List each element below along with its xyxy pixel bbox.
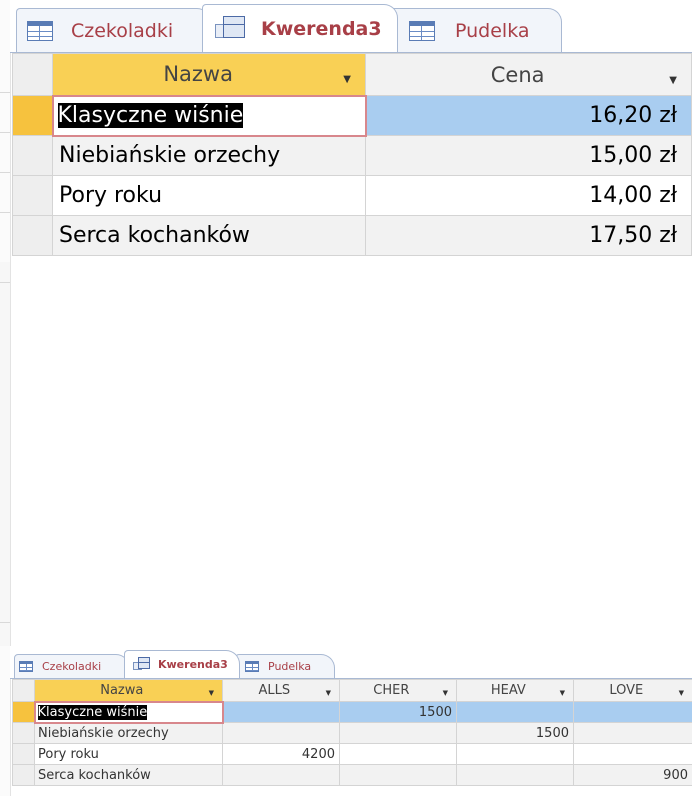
tab-czekoladki[interactable]: Czekoladki: [16, 8, 211, 52]
column-header-nazwa[interactable]: Nazwa ▼: [52, 53, 366, 96]
table-row[interactable]: Pory roku 14,00 zł: [12, 175, 692, 216]
row-selector[interactable]: [12, 95, 53, 136]
column-header-cena[interactable]: Cena ▼: [365, 53, 692, 96]
cell-nazwa[interactable]: Klasyczne wiśnie: [51, 94, 367, 137]
tab-label: Czekoladki: [42, 660, 102, 673]
table-row[interactable]: Klasyczne wiśnie 16,20 zł: [12, 94, 692, 137]
row-selector[interactable]: [12, 701, 35, 723]
row-selector[interactable]: [12, 175, 53, 216]
tab-label: Kwerenda3: [158, 658, 228, 671]
cell-cher[interactable]: [339, 722, 457, 744]
cell-nazwa[interactable]: Pory roku: [34, 743, 223, 765]
column-header-nazwa[interactable]: Nazwa ▼: [34, 679, 223, 702]
cell-love[interactable]: [573, 722, 692, 744]
cell-cena[interactable]: 16,20 zł: [365, 95, 692, 136]
dropdown-arrow-icon[interactable]: ▼: [669, 75, 677, 86]
cell-cher[interactable]: [339, 743, 457, 765]
table-row[interactable]: Niebiańskie orzechy 1500: [12, 722, 692, 744]
table-icon: [19, 661, 33, 672]
column-header-love[interactable]: LOVE ▼: [573, 679, 692, 702]
cell-nazwa[interactable]: Pory roku: [52, 175, 366, 216]
row-selector[interactable]: [12, 722, 35, 744]
tab-pudelka[interactable]: Pudelka: [235, 654, 335, 678]
query-icon: [133, 657, 150, 672]
row-selector[interactable]: [12, 743, 35, 765]
cell-love[interactable]: [573, 743, 692, 765]
left-gutter-middle: [0, 262, 11, 646]
dropdown-arrow-icon[interactable]: ▼: [560, 689, 565, 697]
cell-love[interactable]: 900: [573, 764, 692, 786]
table-row[interactable]: Serca kochanków 900: [12, 764, 692, 786]
dropdown-arrow-icon[interactable]: ▼: [209, 689, 214, 697]
select-all-corner[interactable]: [12, 679, 35, 702]
cell-cher[interactable]: [339, 764, 457, 786]
tab-pudelka[interactable]: Pudelka: [390, 8, 562, 52]
tab-label: Kwerenda3: [261, 17, 382, 40]
row-selector[interactable]: [12, 135, 53, 176]
cell-heav[interactable]: 1500: [456, 722, 574, 744]
table-row[interactable]: Niebiańskie orzechy 15,00 zł: [12, 135, 692, 176]
cell-heav[interactable]: [456, 701, 574, 723]
tab-kwerenda3[interactable]: Kwerenda3: [124, 650, 240, 678]
tab-label: Pudelka: [455, 19, 530, 42]
cell-cher[interactable]: 1500: [339, 701, 457, 723]
column-header-cher[interactable]: CHER ▼: [339, 679, 457, 702]
select-all-corner[interactable]: [12, 53, 53, 96]
tab-label: Pudelka: [268, 660, 312, 673]
bottom-tab-bar: Czekoladki Kwerenda3 Pudelka: [10, 646, 692, 679]
top-datasheet: Nazwa ▼ Cena ▼ Klasyczne wiśnie 16,20 zł…: [12, 53, 692, 256]
cell-love[interactable]: [573, 701, 692, 723]
table-icon: [409, 20, 435, 41]
cell-nazwa[interactable]: Serca kochanków: [34, 764, 223, 786]
cell-nazwa[interactable]: Niebiańskie orzechy: [52, 135, 366, 176]
bottom-datasheet: Nazwa ▼ ALLS ▼ CHER ▼ HEAV ▼ LOVE ▼ Klas…: [12, 679, 692, 786]
top-tab-bar: Czekoladki Kwerenda3 Pudelka: [10, 0, 692, 53]
dropdown-arrow-icon[interactable]: ▼: [679, 689, 684, 697]
query-icon: [215, 15, 245, 42]
cell-alls[interactable]: 4200: [222, 743, 340, 765]
cell-alls[interactable]: [222, 764, 340, 786]
tab-kwerenda3[interactable]: Kwerenda3: [202, 4, 398, 52]
cell-heav[interactable]: [456, 764, 574, 786]
row-selector[interactable]: [12, 764, 35, 786]
column-header-heav[interactable]: HEAV ▼: [456, 679, 574, 702]
cell-cena[interactable]: 14,00 zł: [365, 175, 692, 216]
table-row[interactable]: Pory roku 4200: [12, 743, 692, 765]
table-icon: [245, 661, 259, 672]
dropdown-arrow-icon[interactable]: ▼: [343, 74, 351, 85]
cell-alls[interactable]: [222, 701, 340, 723]
cell-nazwa[interactable]: Klasyczne wiśnie: [33, 700, 224, 724]
dropdown-arrow-icon[interactable]: ▼: [326, 689, 331, 697]
table-icon: [27, 20, 53, 41]
tab-label: Czekoladki: [71, 19, 174, 42]
table-row[interactable]: Klasyczne wiśnie 1500: [12, 700, 692, 724]
dropdown-arrow-icon[interactable]: ▼: [443, 689, 448, 697]
cell-cena[interactable]: 17,50 zł: [365, 215, 692, 256]
table-row[interactable]: Serca kochanków 17,50 zł: [12, 215, 692, 256]
cell-alls[interactable]: [222, 722, 340, 744]
cell-heav[interactable]: [456, 743, 574, 765]
tab-czekoladki[interactable]: Czekoladki: [14, 654, 130, 678]
column-header-alls[interactable]: ALLS ▼: [222, 679, 340, 702]
cell-nazwa[interactable]: Serca kochanków: [52, 215, 366, 256]
row-selector[interactable]: [12, 215, 53, 256]
cell-cena[interactable]: 15,00 zł: [365, 135, 692, 176]
cell-nazwa[interactable]: Niebiańskie orzechy: [34, 722, 223, 744]
